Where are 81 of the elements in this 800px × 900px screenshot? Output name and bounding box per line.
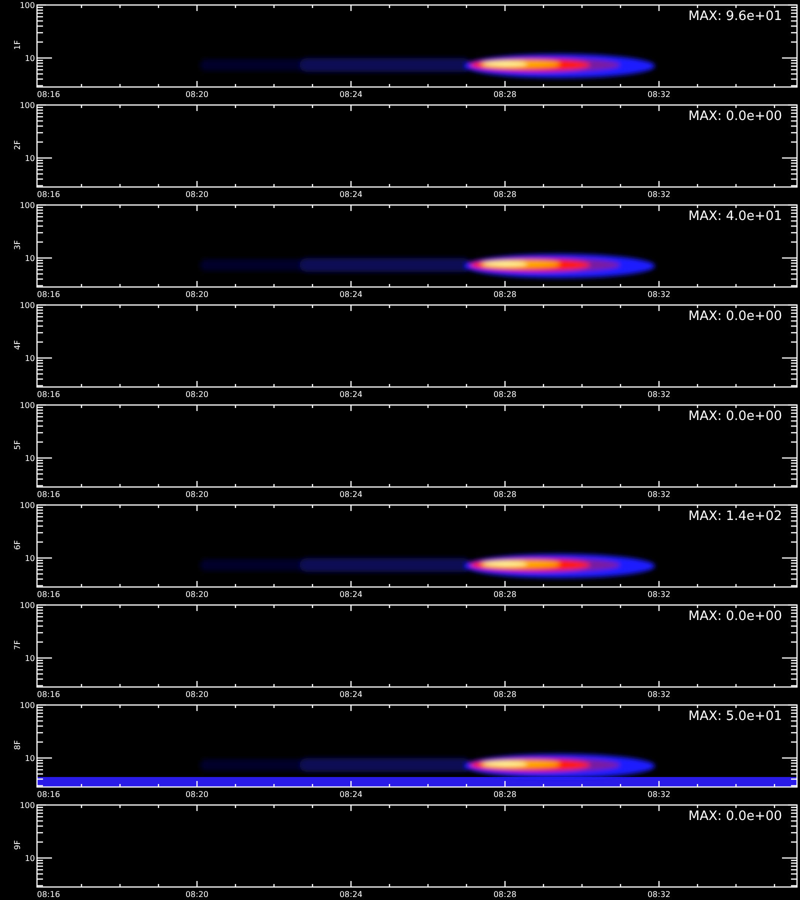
- axis-label: 5F: [13, 440, 22, 450]
- tick-label: 08:24: [339, 490, 363, 499]
- max-value-label: MAX: 0.0e+00: [688, 809, 782, 824]
- tick-label: 100: [20, 501, 35, 510]
- tick-label: 08:24: [339, 590, 363, 599]
- tick-label: 08:28: [493, 290, 517, 299]
- tick-label: 08:16: [37, 90, 60, 99]
- axis-label: 4F: [13, 340, 22, 350]
- axis-label: 9F: [13, 840, 22, 850]
- tick-label: 08:28: [493, 890, 517, 899]
- axis-label: 2F: [13, 140, 22, 150]
- axis-label: 3F: [13, 240, 22, 250]
- tick-label: 08:16: [37, 190, 60, 199]
- tick-label: 08:16: [37, 590, 60, 599]
- tick-label: 08:16: [37, 290, 60, 299]
- tick-label: 08:28: [493, 790, 517, 799]
- tick-label: 08:24: [339, 890, 363, 899]
- tick-label: 10: [24, 654, 35, 663]
- tick-label: 08:32: [647, 190, 671, 199]
- tick-label: 10: [24, 54, 35, 63]
- tick-label: 100: [20, 601, 35, 610]
- tick-label: 08:28: [493, 390, 517, 399]
- tick-label: 08:16: [37, 890, 60, 899]
- max-value-label: MAX: 0.0e+00: [688, 409, 782, 424]
- tick-label: 100: [20, 801, 35, 810]
- max-value-label: MAX: 0.0e+00: [688, 309, 782, 324]
- tick-label: 08:20: [185, 90, 209, 99]
- tick-label: 08:32: [647, 390, 671, 399]
- tick-label: 08:32: [647, 790, 671, 799]
- tick-label: 08:28: [493, 590, 517, 599]
- max-value-label: MAX: 0.0e+00: [688, 609, 782, 624]
- tick-label: 100: [20, 401, 35, 410]
- tick-label: 08:24: [339, 790, 363, 799]
- tick-label: 08:28: [493, 690, 517, 699]
- tick-label: 08:20: [185, 390, 209, 399]
- tick-label: 08:20: [185, 590, 209, 599]
- max-value-label: MAX: 0.0e+00: [688, 109, 782, 124]
- max-value-label: MAX: 9.6e+01: [688, 9, 782, 24]
- tick-label: 08:24: [339, 190, 363, 199]
- tick-label: 100: [20, 1, 35, 10]
- tick-label: 10: [24, 154, 35, 163]
- tick-label: 08:16: [37, 490, 60, 499]
- tick-label: 08:32: [647, 490, 671, 499]
- axis-label: 8F: [13, 740, 22, 750]
- max-value-label: MAX: 1.4e+02: [688, 509, 782, 524]
- tick-label: 10: [24, 854, 35, 863]
- tick-label: 08:20: [185, 890, 209, 899]
- tick-label: 08:24: [339, 390, 363, 399]
- tick-label: 100: [20, 101, 35, 110]
- tick-label: 08:20: [185, 190, 209, 199]
- tick-label: 08:28: [493, 190, 517, 199]
- tick-label: 08:20: [185, 290, 209, 299]
- axis-label: 1F: [13, 40, 22, 50]
- tick-label: 08:32: [647, 590, 671, 599]
- max-value-label: MAX: 4.0e+01: [688, 209, 782, 224]
- axis-label: 6F: [13, 540, 22, 550]
- tick-label: 08:20: [185, 690, 209, 699]
- tick-label: 08:16: [37, 390, 60, 399]
- axis-label: 7F: [13, 640, 22, 650]
- tick-label: 08:24: [339, 690, 363, 699]
- tick-label: 08:32: [647, 290, 671, 299]
- tick-label: 08:20: [185, 490, 209, 499]
- tick-label: 10: [24, 254, 35, 263]
- tick-label: 100: [20, 701, 35, 710]
- tick-label: 08:20: [185, 790, 209, 799]
- tick-label: 10: [24, 354, 35, 363]
- tick-label: 08:32: [647, 890, 671, 899]
- tick-label: 08:24: [339, 290, 363, 299]
- tick-label: 08:28: [493, 490, 517, 499]
- max-value-label: MAX: 5.0e+01: [688, 709, 782, 724]
- tick-label: 100: [20, 201, 35, 210]
- tick-label: 10: [24, 754, 35, 763]
- tick-label: 08:32: [647, 690, 671, 699]
- tick-label: 08:32: [647, 90, 671, 99]
- tick-label: 08:16: [37, 690, 60, 699]
- tick-label: 100: [20, 301, 35, 310]
- tick-label: 10: [24, 454, 35, 463]
- tick-label: 08:16: [37, 790, 60, 799]
- tick-label: 08:28: [493, 90, 517, 99]
- tick-label: 08:24: [339, 90, 363, 99]
- tick-label: 10: [24, 554, 35, 563]
